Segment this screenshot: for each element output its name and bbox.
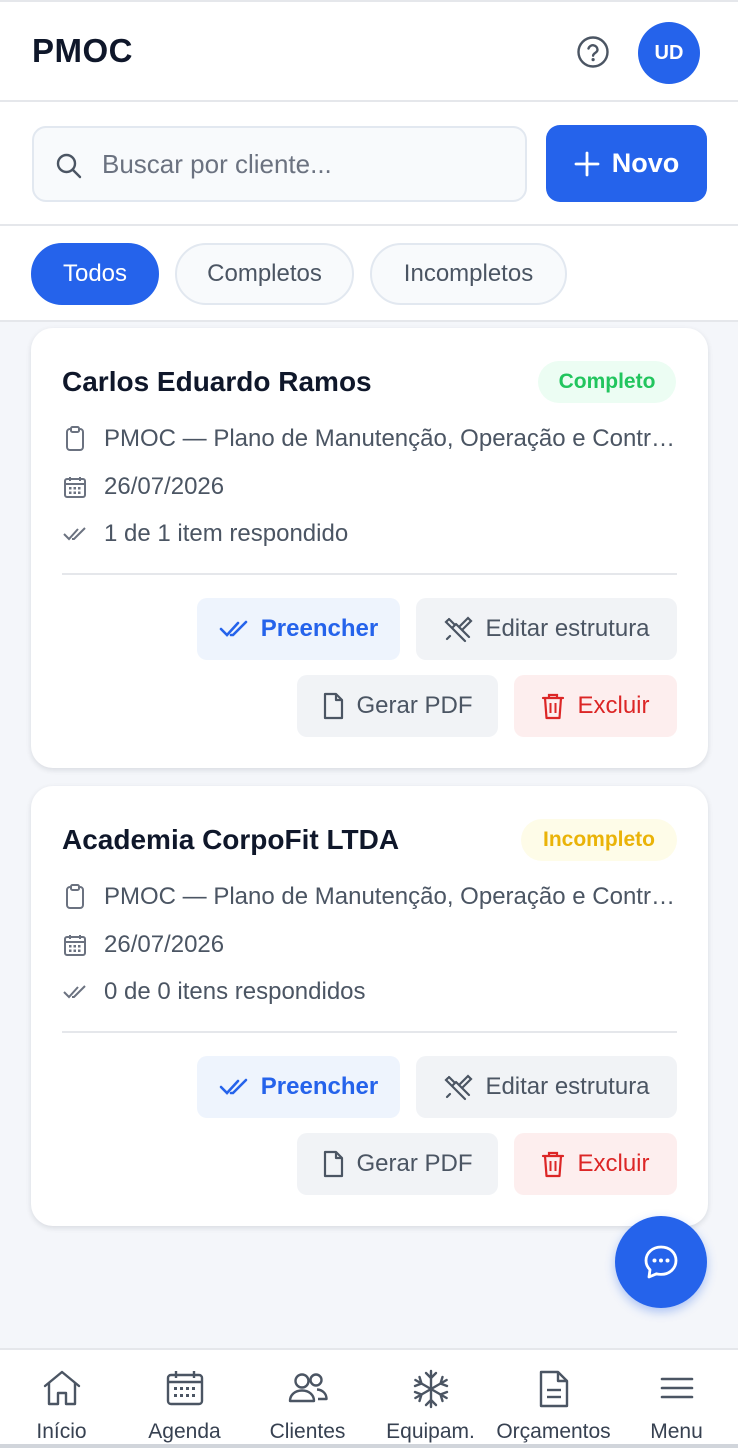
new-button-label: Novo [611, 148, 680, 178]
help-icon[interactable] [576, 35, 610, 69]
edit-structure-button[interactable]: Editar estrutura [416, 1056, 677, 1118]
delete-button[interactable]: Excluir [514, 675, 677, 737]
toolbar: Novo [0, 102, 738, 226]
fill-button[interactable]: Preencher [197, 598, 400, 660]
search-input[interactable] [102, 140, 512, 188]
bottom-nav: Início Agenda Clientes Equipam. Orçament… [0, 1348, 738, 1448]
new-button[interactable]: Novo [546, 125, 707, 202]
search-box[interactable] [32, 126, 527, 202]
calendar-icon [166, 1371, 203, 1406]
clipboard-icon [62, 884, 88, 910]
status-badge: Incompleto [521, 819, 677, 861]
fill-label: Preencher [260, 615, 379, 642]
calendar-icon [62, 933, 88, 957]
fill-button[interactable]: Preencher [197, 1056, 400, 1118]
date-value: 26/07/2026 [104, 473, 225, 500]
nav-label: Clientes [269, 1420, 346, 1443]
nav-agenda[interactable]: Agenda [123, 1350, 246, 1446]
app-header: PMOC UD [0, 0, 738, 102]
nav-orcamentos[interactable]: Orçamentos [492, 1350, 615, 1446]
calendar-icon [62, 475, 88, 499]
delete-label: Excluir [577, 692, 650, 719]
home-icon [43, 1370, 80, 1406]
menu-icon [660, 1377, 693, 1399]
generate-pdf-label: Gerar PDF [356, 692, 473, 719]
trash-icon [542, 1151, 565, 1178]
filter-incompletos[interactable]: Incompletos [370, 243, 567, 305]
double-check-icon [219, 1078, 248, 1095]
tools-icon [444, 616, 474, 643]
nav-label: Início [36, 1420, 87, 1443]
document-icon [539, 1370, 568, 1408]
filter-todos[interactable]: Todos [31, 243, 159, 305]
file-icon [324, 1150, 344, 1178]
generate-pdf-label: Gerar PDF [356, 1150, 473, 1177]
filter-completos[interactable]: Completos [175, 243, 354, 305]
divider [62, 1031, 677, 1033]
users-icon [288, 1373, 328, 1403]
status-badge: Completo [538, 361, 676, 403]
page-title: PMOC [32, 32, 133, 69]
nav-menu[interactable]: Menu [615, 1350, 738, 1446]
chat-bubble-icon [644, 1245, 678, 1279]
plan-name: PMOC — Plano de Manutenção, Operação e C… [104, 883, 676, 910]
nav-clientes[interactable]: Clientes [246, 1350, 369, 1446]
edit-structure-button[interactable]: Editar estrutura [416, 598, 677, 660]
edit-structure-label: Editar estrutura [485, 1073, 650, 1100]
generate-pdf-button[interactable]: Gerar PDF [297, 675, 498, 737]
pmoc-card[interactable]: Carlos Eduardo Ramos Completo PMOC — Pla… [31, 328, 708, 768]
fill-label: Preencher [260, 1073, 379, 1100]
pmoc-card[interactable]: Academia CorpoFit LTDA Incompleto PMOC —… [31, 786, 708, 1226]
double-check-icon [62, 525, 88, 543]
plan-row: PMOC — Plano de Manutenção, Operação e C… [62, 425, 676, 453]
progress-text: 0 de 0 itens respondidos [104, 978, 366, 1005]
nav-inicio[interactable]: Início [0, 1350, 123, 1446]
divider [62, 573, 677, 575]
progress-text: 1 de 1 item respondido [104, 520, 349, 547]
nav-equipamentos[interactable]: Equipam. [369, 1350, 492, 1446]
plus-icon [574, 151, 600, 176]
delete-label: Excluir [577, 1150, 650, 1177]
progress-row: 1 de 1 item respondido [62, 520, 348, 548]
double-check-icon [219, 620, 248, 637]
double-check-icon [62, 983, 88, 1001]
plan-name: PMOC — Plano de Manutenção, Operação e C… [104, 425, 676, 452]
clipboard-icon [62, 426, 88, 452]
avatar[interactable]: UD [638, 22, 700, 84]
nav-label: Orçamentos [496, 1420, 611, 1443]
search-icon [56, 153, 82, 179]
file-icon [324, 692, 344, 720]
tools-icon [444, 1074, 474, 1101]
date-row: 26/07/2026 [62, 473, 224, 501]
filter-bar: Todos Completos Incompletos [0, 226, 738, 322]
delete-button[interactable]: Excluir [514, 1133, 677, 1195]
client-name: Carlos Eduardo Ramos [62, 366, 372, 397]
date-value: 26/07/2026 [104, 931, 225, 958]
trash-icon [542, 693, 565, 720]
chat-button[interactable] [615, 1216, 707, 1308]
client-name: Academia CorpoFit LTDA [62, 824, 400, 855]
snowflake-icon [413, 1369, 448, 1409]
edit-structure-label: Editar estrutura [485, 615, 650, 642]
date-row: 26/07/2026 [62, 931, 224, 959]
generate-pdf-button[interactable]: Gerar PDF [297, 1133, 498, 1195]
plan-row: PMOC — Plano de Manutenção, Operação e C… [62, 883, 676, 911]
nav-label: Agenda [148, 1420, 221, 1443]
nav-label: Equipam. [386, 1420, 475, 1443]
nav-label: Menu [650, 1420, 703, 1443]
progress-row: 0 de 0 itens respondidos [62, 978, 366, 1006]
